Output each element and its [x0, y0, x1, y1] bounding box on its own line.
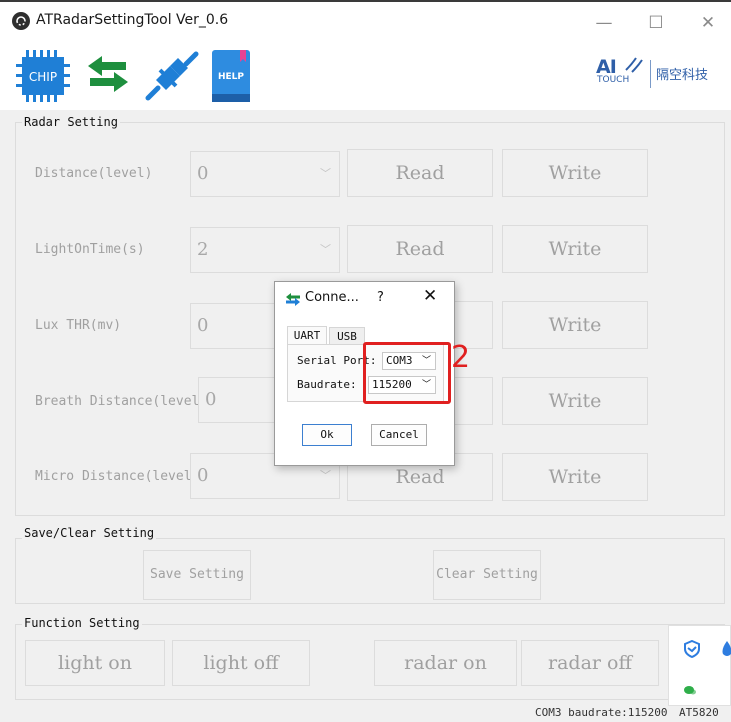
- distance-combo[interactable]: 0 ﹀: [190, 151, 340, 197]
- micro-distance-value: 0: [197, 465, 209, 486]
- radar-on-button[interactable]: radar on: [374, 640, 517, 686]
- lux-thr-write-button[interactable]: Write: [502, 301, 648, 349]
- ok-button[interactable]: Ok: [302, 424, 352, 446]
- breath-distance-value: 0: [205, 389, 217, 410]
- status-bar: COM3 baudrate:115200 AT5820: [0, 706, 731, 722]
- save-clear-title: Save/Clear Setting: [22, 526, 157, 540]
- minimize-button[interactable]: —: [584, 8, 624, 38]
- lightontime-label: LightOnTime(s): [35, 242, 145, 257]
- lightontime-value: 2: [197, 239, 209, 260]
- distance-label: Distance(level): [35, 166, 153, 181]
- wechat-icon[interactable]: [683, 684, 697, 696]
- plug-disconnected-icon[interactable]: [144, 50, 200, 106]
- dialog-help-button[interactable]: ?: [377, 290, 384, 305]
- lightontime-write-button[interactable]: Write: [502, 225, 648, 273]
- breath-distance-write-button[interactable]: Write: [502, 377, 648, 425]
- tab-uart[interactable]: UART: [287, 326, 327, 344]
- annotation-highlight-box: [363, 342, 451, 404]
- help-label: HELP: [218, 72, 244, 82]
- lightontime-read-button[interactable]: Read: [347, 225, 493, 273]
- function-setting-title: Function Setting: [22, 616, 142, 630]
- save-clear-group: [15, 538, 725, 604]
- distance-read-button[interactable]: Read: [347, 149, 493, 197]
- light-off-button[interactable]: light off: [172, 640, 310, 686]
- baudrate-label: Baudrate:: [297, 378, 357, 391]
- window-title: ATRadarSettingTool Ver_0.6: [36, 12, 229, 28]
- micro-distance-label: Micro Distance(level): [35, 469, 200, 484]
- lux-thr-label: Lux THR(mv): [35, 318, 122, 333]
- cancel-button[interactable]: Cancel: [371, 424, 427, 446]
- save-setting-button[interactable]: Save Setting: [143, 550, 251, 600]
- distance-write-button[interactable]: Write: [502, 149, 648, 197]
- swap-arrows-icon[interactable]: [86, 54, 130, 98]
- brand-logo-chinese: 隔空科技: [656, 68, 709, 83]
- title-bar: ATRadarSettingTool Ver_0.6 — ☐ ✕: [0, 0, 731, 40]
- radar-setting-title: Radar Setting: [22, 115, 120, 129]
- chevron-down-icon: ﹀: [320, 243, 331, 256]
- logo-divider: [650, 60, 651, 88]
- breath-distance-label: Breath Distance(level): [35, 394, 208, 409]
- lightontime-combo[interactable]: 2 ﹀: [190, 227, 340, 273]
- brand-logo-sub: TOUCH: [597, 75, 630, 85]
- help-book-icon[interactable]: HELP: [210, 48, 254, 108]
- drop-icon[interactable]: [721, 640, 731, 658]
- radar-off-button[interactable]: radar off: [521, 640, 659, 686]
- distance-value: 0: [197, 163, 209, 184]
- system-tray-popup: [668, 625, 731, 706]
- micro-distance-write-button[interactable]: Write: [502, 453, 648, 501]
- toolbar: CHIP HELP AI TOUCH 隔空科技: [0, 40, 731, 110]
- logo-waves-icon: [625, 57, 643, 73]
- lux-thr-value: 0: [197, 315, 209, 336]
- status-model-text: AT5820: [679, 706, 719, 719]
- status-connection-text: COM3 baudrate:115200: [535, 706, 668, 719]
- dialog-title: Conne...: [305, 290, 359, 305]
- close-button[interactable]: ✕: [688, 8, 728, 38]
- light-on-button[interactable]: light on: [25, 640, 165, 686]
- shield-icon[interactable]: [683, 640, 701, 658]
- maximize-button[interactable]: ☐: [636, 8, 676, 38]
- tab-usb[interactable]: USB: [329, 327, 365, 345]
- dialog-close-button[interactable]: ✕: [423, 286, 437, 306]
- swap-arrows-icon: [286, 293, 300, 306]
- chip-icon[interactable]: CHIP: [16, 50, 72, 106]
- clear-setting-button[interactable]: Clear Setting: [433, 550, 541, 600]
- annotation-number: 2: [451, 340, 471, 375]
- chip-label: CHIP: [29, 70, 57, 84]
- app-icon: [12, 12, 30, 30]
- chevron-down-icon: ﹀: [320, 167, 331, 180]
